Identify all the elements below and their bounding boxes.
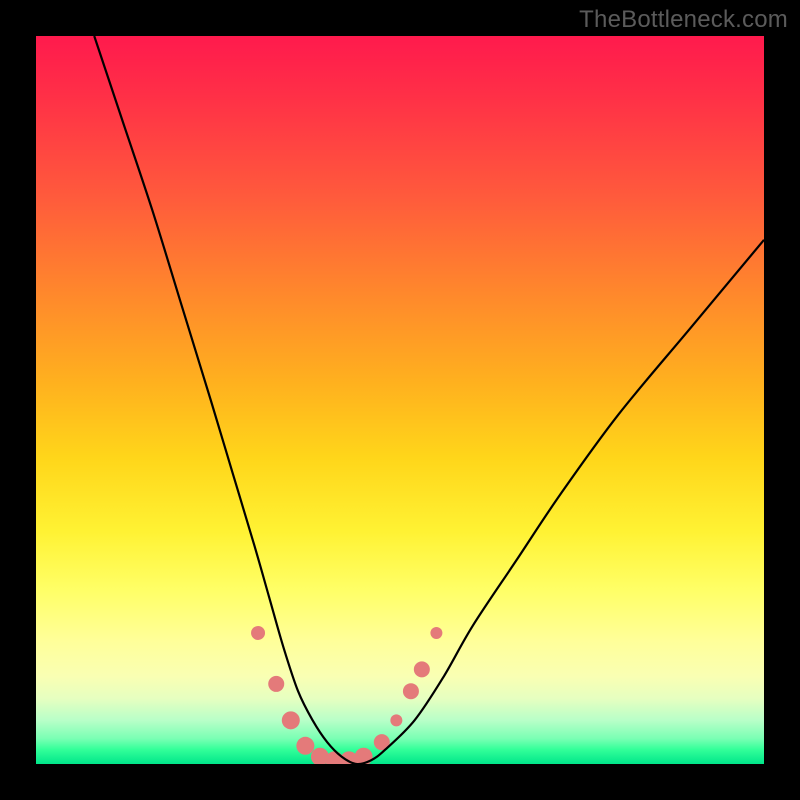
data-marker [430,627,442,639]
data-marker [414,661,430,677]
plot-area [36,36,764,764]
chart-frame: TheBottleneck.com [0,0,800,800]
watermark-text: TheBottleneck.com [579,6,788,34]
data-marker [282,711,300,729]
curve-path [94,36,764,764]
data-marker [390,714,402,726]
data-marker [251,626,265,640]
markers-group [251,626,442,764]
data-marker [268,676,284,692]
data-marker [296,737,314,755]
chart-svg [36,36,764,764]
data-marker [403,683,419,699]
